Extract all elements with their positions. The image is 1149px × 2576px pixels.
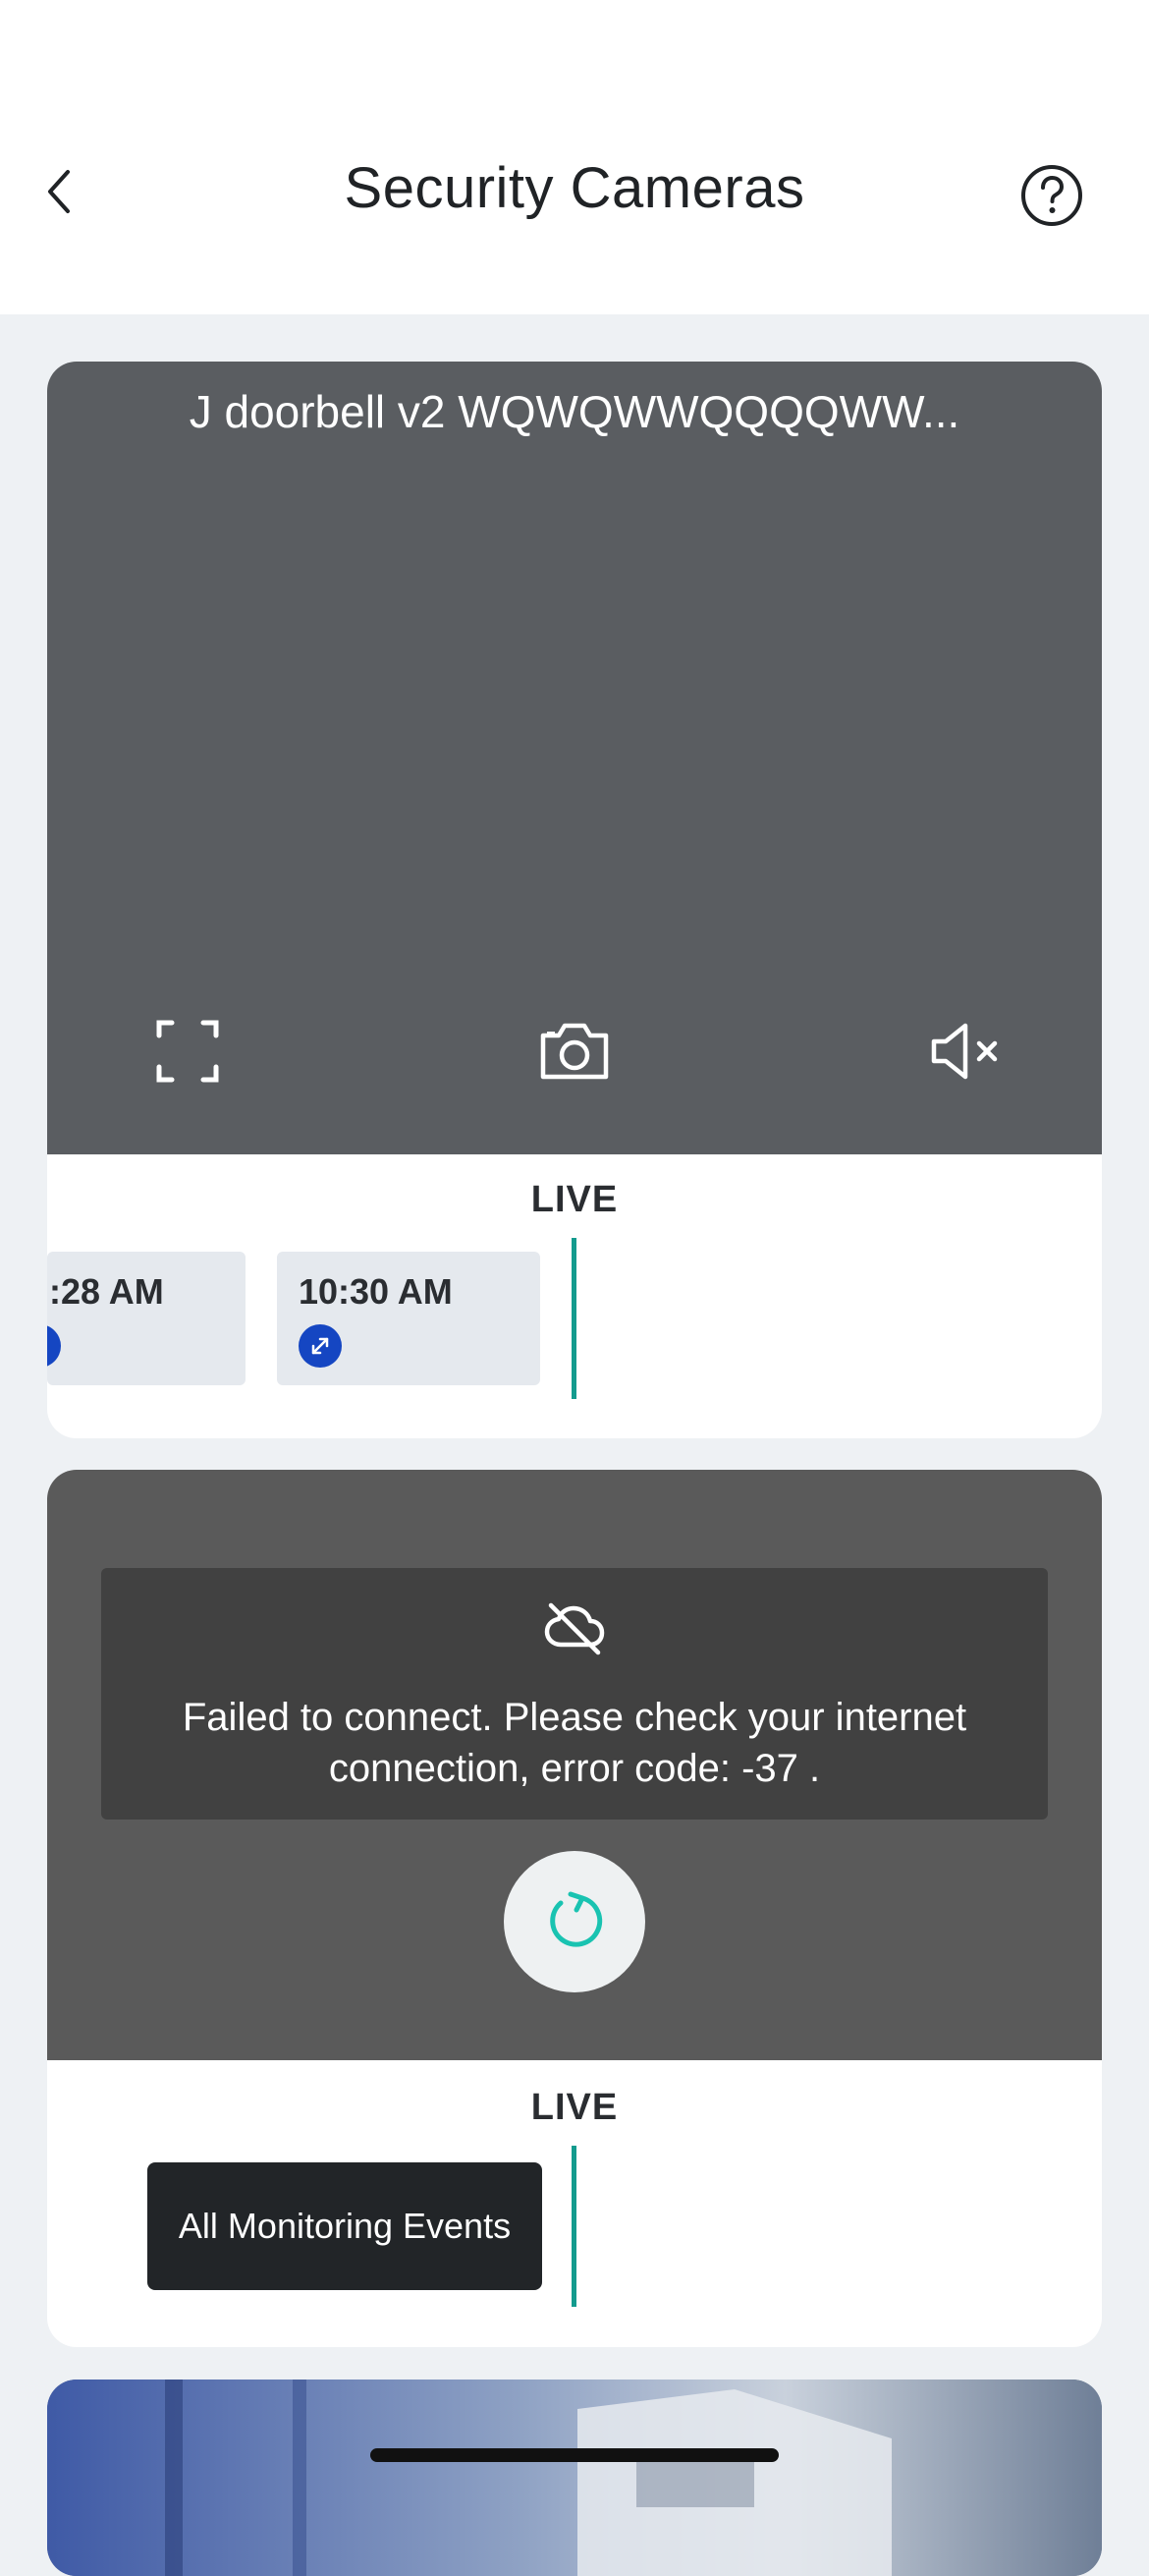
timeline-now-marker <box>572 2146 576 2307</box>
motion-badge-icon <box>299 1324 342 1368</box>
live-video-view: Failed to connect. Please check your int… <box>47 1470 1102 2060</box>
live-label: LIVE <box>530 2087 619 2128</box>
speaker-muted-icon <box>928 1020 1003 1088</box>
live-video-view[interactable]: J doorbell v2 WQWQWWQQQQWW... <box>47 362 1102 1154</box>
help-button[interactable] <box>1017 161 1086 230</box>
question-circle-icon <box>1017 165 1086 234</box>
refresh-icon <box>543 1888 606 1956</box>
motion-badge-icon <box>47 1324 61 1368</box>
error-message: Failed to connect. Please check your int… <box>182 1696 967 1790</box>
live-label: LIVE <box>530 1179 619 1220</box>
cloud-offline-icon <box>543 1597 606 1660</box>
snapshot-button[interactable] <box>527 1006 622 1100</box>
clip-time: 10:30 AM <box>299 1271 453 1312</box>
camera-preview-image <box>47 2380 1102 2576</box>
event-clip[interactable]: :28 AM <box>47 1252 246 1385</box>
error-panel: Failed to connect. Please check your int… <box>101 1568 1048 1820</box>
mute-button[interactable] <box>918 1006 1012 1100</box>
camera-card[interactable] <box>47 2380 1102 2576</box>
camera-icon <box>537 1020 612 1088</box>
app-header: Security Cameras <box>0 0 1149 314</box>
timeline-now-marker <box>572 1238 576 1399</box>
home-indicator[interactable] <box>370 2448 779 2462</box>
all-monitoring-events-button[interactable]: All Monitoring Events <box>147 2162 542 2290</box>
clip-time: :28 AM <box>49 1271 164 1312</box>
camera-card: Failed to connect. Please check your int… <box>47 1470 1102 2347</box>
fullscreen-button[interactable] <box>140 1006 235 1100</box>
retry-button[interactable] <box>504 1851 645 1992</box>
event-clip[interactable]: 10:30 AM <box>277 1252 540 1385</box>
camera-card: J doorbell v2 WQWQWWQQQQWW... LIVE:28 A… <box>47 362 1102 1438</box>
fullscreen-icon <box>156 1020 219 1088</box>
camera-name: J doorbell v2 WQWQWWQQQQWW... <box>189 386 960 437</box>
page-title: Security Cameras <box>344 156 805 220</box>
